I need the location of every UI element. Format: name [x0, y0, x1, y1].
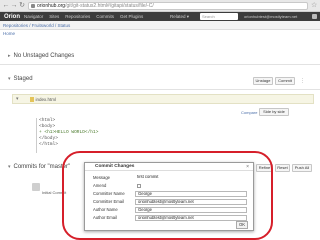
committer-name-field[interactable]: George — [135, 191, 247, 197]
avatar — [32, 183, 40, 191]
forward-arrow-icon[interactable]: → — [10, 2, 18, 10]
browser-toolbar: ← → ↻ orionhub.org /git/git-status2.html… — [0, 0, 320, 12]
address-bar[interactable]: orionhub.org /git/git-status2.html#/gita… — [28, 2, 308, 10]
commit-changes-dialog: Commit Changes × Message first commit Am… — [84, 162, 254, 231]
side-by-side-button[interactable]: Side by side — [259, 108, 289, 116]
author-name-label: Author Name — [93, 207, 118, 212]
related-menu[interactable]: Related ▾ — [170, 14, 189, 20]
expand-caret-icon[interactable]: ▸ — [8, 53, 11, 59]
message-field[interactable]: first commit — [135, 175, 247, 181]
breadcrumb[interactable]: Repositories / Fruitsworld / Status — [0, 21, 320, 30]
committer-name-label: Committer Name — [93, 191, 125, 196]
url-path: /git/git-status2.html#/gitapi/status/fil… — [65, 3, 154, 9]
unstaged-title: No Unstaged Changes — [13, 53, 75, 59]
diff-line: </html> — [39, 142, 58, 147]
staged-title: Staged — [13, 76, 33, 82]
file-caret-icon[interactable]: ▾ — [16, 96, 19, 102]
url-host: orionhub.org — [37, 3, 66, 9]
unstaged-section: ▸ No Unstaged Changes — [0, 53, 320, 65]
app-banner: Orion Navigator Sites Repositories Commi… — [0, 12, 320, 21]
commit-button[interactable]: Commit — [275, 77, 295, 85]
reload-icon[interactable]: ↻ — [18, 2, 26, 10]
commit-entry[interactable]: Initial Commit — [32, 183, 72, 197]
dialog-title: Commit Changes — [85, 163, 253, 171]
compare-link[interactable]: Compare — [241, 110, 257, 115]
user-icon[interactable] — [312, 14, 317, 19]
page-icon — [31, 4, 35, 8]
amend-checkbox[interactable] — [137, 184, 141, 188]
message-label: Message — [93, 175, 110, 180]
push-all-button[interactable]: Push All — [292, 164, 312, 172]
committer-email-field[interactable]: orionhubtest@mostlyteam.net — [135, 199, 247, 205]
ok-button[interactable]: OK — [236, 221, 248, 229]
reset-button[interactable]: Reset — [275, 164, 290, 172]
diff-viewer: <html> <body> + <h1>HELLO WORLD</h1> </b… — [36, 118, 290, 153]
author-email-label: Author Email — [93, 215, 117, 220]
nav-navigator[interactable]: Navigator — [24, 14, 43, 19]
nav-get-plugins[interactable]: Get Plugins — [120, 14, 143, 19]
staged-file-row[interactable]: ▾ index.html — [12, 94, 314, 104]
nav-commits[interactable]: Commits — [96, 14, 114, 19]
more-icon[interactable]: ⋮ — [300, 78, 305, 84]
back-arrow-icon[interactable]: ← — [2, 2, 10, 10]
unstage-button[interactable]: Unstage — [253, 77, 273, 85]
nav-repositories[interactable]: Repositories — [65, 14, 90, 19]
staged-file-name[interactable]: index.html — [36, 97, 57, 102]
orion-logo[interactable]: Orion — [0, 14, 24, 20]
staged-section: ▾ Staged Unstage Commit ⋮ — [0, 76, 320, 90]
close-icon[interactable]: × — [246, 163, 249, 171]
bookmark-star-icon[interactable]: ☆ — [311, 2, 317, 10]
committer-email-label: Committer Email — [93, 199, 124, 204]
author-email-field[interactable]: orionhubtest@mostlyteam.net — [135, 215, 247, 221]
nav-sites[interactable]: Sites — [49, 14, 59, 19]
refine-button[interactable]: Refine — [256, 164, 273, 172]
commits-caret-icon[interactable]: ▾ — [8, 164, 11, 170]
page-title[interactable]: Home — [3, 31, 15, 36]
author-name-field[interactable]: George — [135, 207, 247, 213]
commit-message[interactable]: Initial Commit — [42, 190, 66, 195]
collapse-caret-icon[interactable]: ▾ — [8, 76, 11, 82]
amend-label: Amend — [93, 183, 107, 188]
search-input[interactable]: Search — [200, 13, 238, 20]
file-icon — [29, 96, 34, 102]
commits-title: Commits for "master" — [13, 164, 71, 170]
user-menu[interactable]: orionhubtest@mostlyteam.net — [244, 13, 297, 20]
